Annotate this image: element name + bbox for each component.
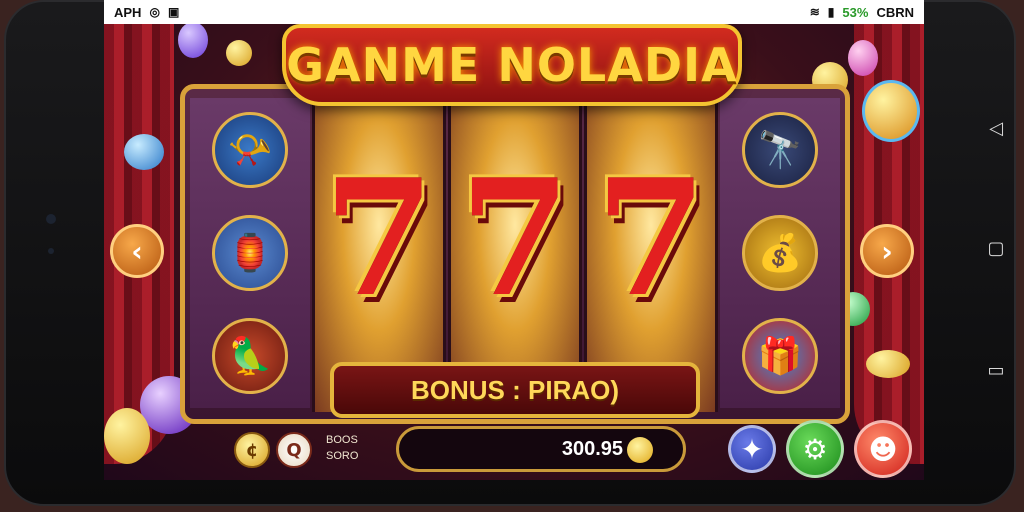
signal-icon: ▮	[827, 5, 835, 19]
reel-symbol: 7	[323, 144, 435, 332]
coin-icon: ¢	[245, 439, 259, 461]
star-button[interactable]: ✦	[728, 425, 776, 473]
profile-icon: ☻	[868, 432, 898, 466]
bet-icon: Q	[286, 439, 302, 461]
reel-symbol: 7	[459, 144, 571, 332]
sensor	[48, 248, 54, 254]
coin-decoration	[866, 350, 910, 378]
chevron-right-icon: ›	[881, 234, 893, 268]
bonus-label: BONUS : PIRAO)	[411, 374, 619, 405]
parrot-icon: 🦜	[212, 318, 288, 395]
coin-icon	[627, 437, 653, 463]
next-button[interactable]: ›	[860, 224, 914, 278]
cannon-icon: 🔭	[742, 111, 818, 188]
right-symbol-column: 🔭 💰 🎁	[720, 98, 840, 408]
reel-symbol: 7	[595, 144, 707, 332]
battery-percent: 53%	[842, 4, 869, 20]
horn-icon: 📯	[212, 111, 288, 188]
bet-info: BOOS SORO	[326, 432, 358, 464]
game-title: GANME NOLADIA	[286, 38, 738, 92]
bag-icon: 💰	[742, 214, 818, 291]
camera-notification-icon: ▣	[167, 5, 180, 19]
star-icon: ✦	[740, 432, 764, 466]
back-nav-icon[interactable]: ◁	[984, 116, 1008, 140]
bonus-panel: BONUS : PIRAO)	[330, 362, 700, 418]
bet-info-line1: BOOS	[326, 434, 358, 446]
gem-decoration	[124, 134, 164, 170]
home-nav-icon[interactable]: ▢	[984, 236, 1008, 260]
gem-decoration	[178, 22, 208, 58]
carrier-label: APH	[114, 4, 142, 20]
bottom-bar: ¢ Q BOOS SORO 300.95 ✦ ⚙ ☻	[104, 420, 924, 480]
coin-decoration	[226, 40, 252, 66]
lantern-icon: 🏮	[212, 214, 288, 291]
previous-button[interactable]: ‹	[110, 224, 164, 278]
balance-display: 300.95	[396, 426, 686, 472]
treasure-icon: 🎁	[742, 318, 818, 395]
recents-nav-icon[interactable]: ▭	[984, 358, 1008, 382]
coin-button[interactable]: ¢	[234, 432, 270, 468]
settings-button[interactable]: ⚙	[786, 420, 844, 478]
left-symbol-column: 📯 🏮 🦜	[190, 98, 310, 408]
gem-decoration	[848, 40, 878, 76]
status-time: CBRN	[876, 4, 914, 20]
wifi-icon: ≋	[809, 5, 820, 19]
profile-button[interactable]: ☻	[854, 420, 912, 478]
front-camera	[46, 214, 56, 224]
settings-icon: ⚙	[802, 432, 828, 466]
balance-value: 300.95	[561, 437, 623, 460]
status-bar: APH ◎ ▣ ≋ ▮ 53% CBRN	[104, 0, 924, 24]
bet-button[interactable]: Q	[276, 432, 312, 468]
bet-info-line2: SORO	[326, 450, 359, 462]
gem-decoration	[862, 80, 920, 142]
chevron-left-icon: ‹	[131, 234, 143, 268]
notification-icon: ◎	[149, 5, 160, 19]
game-title-banner: GANME NOLADIA	[282, 24, 742, 106]
